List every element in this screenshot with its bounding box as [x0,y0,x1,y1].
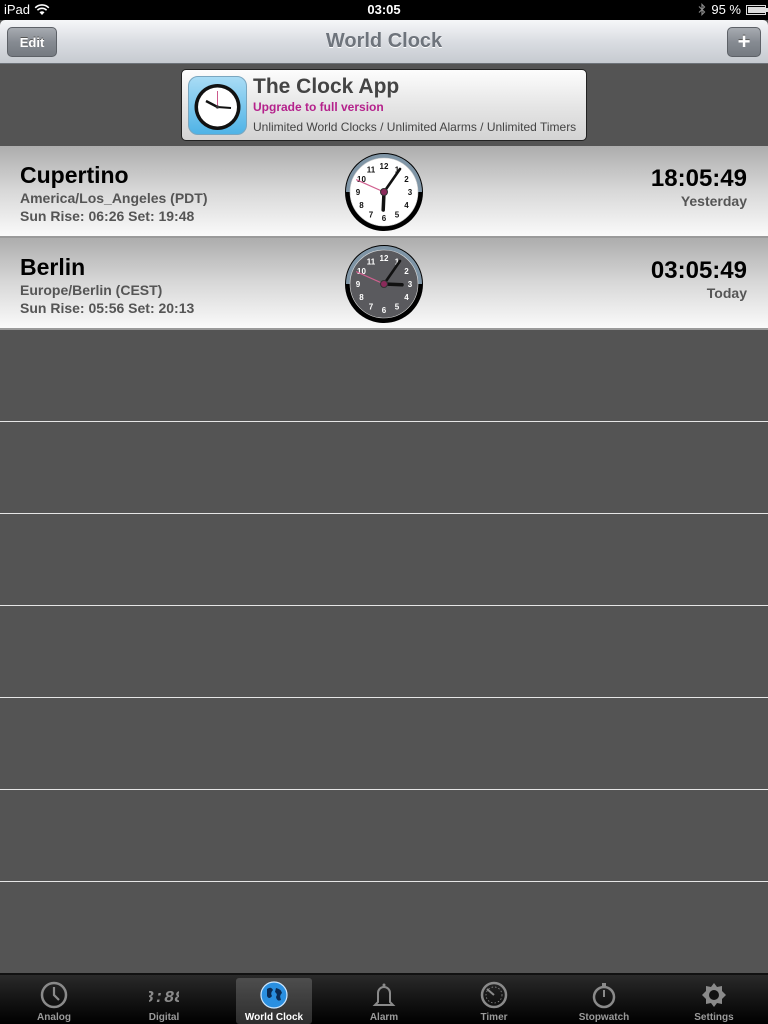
empty-row [0,882,768,974]
navigation-bar: Edit World Clock + [0,20,768,64]
svg-text:9: 9 [356,280,361,289]
sun-times: Sun Rise: 06:26 Set: 19:48 [20,208,195,224]
tab-label: Settings [694,1012,734,1023]
timer-icon [480,981,508,1009]
tab-digital[interactable]: 8:88 Digital [126,978,202,1024]
tab-stopwatch[interactable]: Stopwatch [566,978,642,1024]
timezone-label: America/Los_Angeles (PDT) [20,190,208,206]
page-title: World Clock [325,30,443,52]
tab-analog[interactable]: Analog [16,978,92,1024]
svg-text:6: 6 [382,214,387,223]
bluetooth-icon [698,3,706,16]
svg-text:11: 11 [367,258,376,267]
tab-settings[interactable]: Settings [676,978,752,1024]
tab-label: Alarm [369,1012,399,1023]
add-clock-button[interactable]: + [727,27,761,57]
svg-text:9: 9 [356,188,361,197]
empty-row [0,330,768,422]
empty-row [0,514,768,606]
analog-clock-icon [40,981,68,1009]
svg-text:8: 8 [359,293,364,302]
svg-text:2: 2 [404,175,409,184]
battery-percent: 95 % [711,2,741,17]
tab-bar: Analog 8:88 Digital World Clock Alarm Timer St… [0,973,768,1024]
svg-text:8:88: 8:88 [149,989,179,1008]
tab-world-clock[interactable]: World Clock [236,978,312,1024]
svg-text:5: 5 [395,303,400,312]
bell-icon [372,983,396,1006]
gear-icon [702,983,726,1007]
empty-row [0,790,768,882]
city-name: Cupertino [20,162,129,188]
day-label: Today [706,285,747,301]
tab-label: Stopwatch [578,1012,630,1023]
banner-upgrade-link[interactable]: Upgrade to full version [253,100,384,114]
tab-label: Timer [480,1012,508,1023]
tab-label: World Clock [244,1012,304,1023]
empty-row [0,422,768,514]
analog-clock-face: 1234567891011 12 [345,153,423,231]
digital-clock-icon: 8:88 [149,989,179,1008]
status-time: 03:05 [367,2,401,17]
globe-icon [260,981,288,1009]
empty-row [0,606,768,698]
svg-text:8: 8 [359,201,364,210]
svg-text:11: 11 [367,166,376,175]
timezone-label: Europe/Berlin (CEST) [20,282,163,298]
svg-text:4: 4 [404,201,409,210]
svg-text:7: 7 [369,211,374,220]
svg-text:7: 7 [369,303,374,312]
clock-time: 03:05:49 [650,257,747,284]
svg-text:6: 6 [382,306,387,315]
empty-row [0,698,768,790]
svg-text:5: 5 [395,211,400,220]
analog-clock-face: 1234567891011 12 [345,245,423,323]
tab-label: Analog [37,1012,71,1023]
upgrade-banner[interactable]: The Clock App Upgrade to full version Un… [181,69,587,141]
day-label: Yesterday [680,193,747,209]
status-bar: iPad 03:05 95 % [0,0,768,20]
svg-text:2: 2 [404,267,409,276]
clock-row[interactable]: Berlin Europe/Berlin (CEST) Sun Rise: 05:5… [0,238,768,330]
tab-label: Digital [148,1012,180,1023]
svg-text:3: 3 [408,280,413,289]
screen: iPad 03:05 95 % Edit World Clock + The C… [0,0,768,1024]
app-icon [188,76,247,135]
clock-time: 18:05:49 [650,165,747,192]
clock-row[interactable]: Cupertino America/Los_Angeles (PDT) Sun Ri… [0,146,768,238]
banner-features: Unlimited World Clocks / Unlimited Alarm… [253,120,577,134]
clock-app-icon [194,84,241,130]
stopwatch-icon [592,983,616,1009]
svg-text:12: 12 [380,254,389,263]
battery-icon [746,4,768,15]
svg-text:4: 4 [404,293,409,302]
tab-alarm[interactable]: Alarm [346,978,422,1024]
svg-text:3: 3 [408,188,413,197]
banner-title: The Clock App [253,75,400,98]
svg-text:12: 12 [380,162,389,171]
sun-times: Sun Rise: 05:56 Set: 20:13 [20,300,195,316]
city-name: Berlin [20,254,86,280]
tab-timer[interactable]: Timer [456,978,532,1024]
